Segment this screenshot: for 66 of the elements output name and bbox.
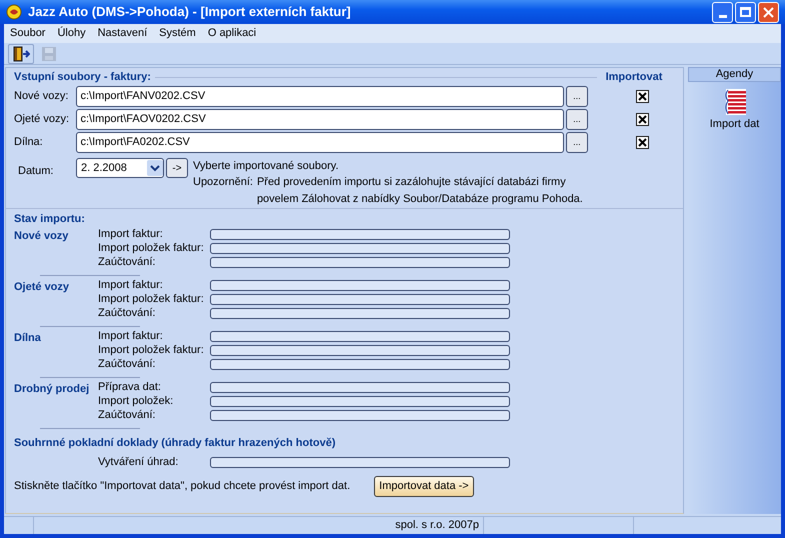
browse-button[interactable]: ... (566, 132, 588, 153)
step-label: Zaúčtování: (98, 357, 156, 372)
step-label: Import faktur: (98, 329, 164, 344)
section-title: Souhrnné pokladní doklady (úhrady faktur hrazených hotově) (14, 436, 336, 450)
step-label: Import položek faktur: (98, 292, 205, 308)
cross-mark-icon (638, 138, 648, 147)
status-text: spol. s r.o. 2007p (395, 518, 479, 534)
group-title: Nové vozy (14, 228, 70, 244)
cross-mark-icon (638, 92, 648, 101)
group-title: Ojeté vozy (14, 280, 70, 294)
column-header: Importovat (604, 70, 664, 85)
field-label: Nové vozy: (14, 89, 70, 104)
date-value: 2. 2.2008 (81, 160, 128, 176)
group-title: Dílna (14, 330, 42, 346)
section-title: Vstupní soubory - faktury: (14, 70, 151, 85)
minimize-icon (718, 14, 726, 18)
file-path-field[interactable]: c:\Import\FANV0202.CSV (76, 86, 564, 107)
app-logo-icon (6, 4, 22, 20)
section-title: Stav importu: (14, 212, 86, 227)
step-label: Příprava dat: (98, 380, 162, 396)
step-label: Zaúčtování: (98, 408, 156, 424)
import-checkbox[interactable] (636, 136, 650, 149)
instruction-text: Stiskněte tlačítko "Importovat data", pokud chcete provést import dat. (14, 479, 350, 494)
chevron-down-icon (147, 160, 163, 176)
step-label: Import položek: (98, 394, 174, 410)
step-label: Import položek faktur: (98, 241, 205, 256)
import-data-button[interactable]: Importovat data -> (374, 476, 474, 497)
exit-button[interactable] (8, 44, 34, 64)
warning-text: povelem Zálohovat z nabídky Soubor/Databáze programu Pohoda. (256, 192, 583, 206)
cross-mark-icon (638, 115, 648, 124)
browse-button[interactable]: ... (566, 109, 588, 130)
close-icon (763, 6, 774, 18)
menu-item[interactable]: Úlohy (57, 25, 86, 42)
close-button[interactable] (758, 2, 779, 22)
apply-date-button[interactable]: -> (166, 158, 188, 178)
maximize-button[interactable] (735, 2, 756, 22)
menu-item[interactable]: Systém (159, 25, 196, 42)
import-checkbox[interactable] (636, 113, 650, 126)
window-title: Jazz Auto (DMS->Pohoda) - [Import externích faktur] (28, 3, 352, 22)
maximize-icon (740, 7, 751, 17)
minimize-button[interactable] (712, 2, 733, 22)
import-checkbox[interactable] (636, 90, 650, 103)
file-path-field[interactable]: c:\Import\FA0202.CSV (76, 132, 564, 153)
warning-text: Před provedením importu si zazálohujte stávající databázi firmy (256, 175, 567, 190)
browse-button[interactable]: ... (566, 86, 588, 107)
step-label: Vytváření úhrad: (98, 454, 180, 470)
group-title: Drobný prodej (14, 382, 90, 396)
step-label: Import faktur: (98, 227, 164, 242)
step-label: Zaúčtování: (98, 306, 156, 322)
striped-list-icon (722, 88, 746, 116)
field-label: Dílna: (14, 135, 44, 150)
step-label: Import faktur: (98, 278, 164, 294)
warning-label: Upozornění: (193, 175, 253, 190)
field-label: Datum: (17, 164, 54, 179)
panel-header: Agendy (688, 67, 781, 82)
menu-item[interactable]: O aplikaci (208, 25, 256, 42)
menu-item[interactable]: Nastavení (98, 25, 148, 42)
menu-item[interactable]: Soubor (10, 25, 46, 42)
hint-text: Vyberte importované soubory. (193, 159, 340, 174)
sidebar-item[interactable]: Import dat (710, 88, 760, 132)
date-dropdown[interactable]: 2. 2.2008 (76, 158, 164, 178)
step-label: Zaúčtování: (98, 255, 156, 270)
door-exit-icon (12, 44, 30, 62)
field-label: Ojeté vozy: (14, 112, 70, 128)
file-path-field[interactable]: c:\Import\FAOV0202.CSV (76, 109, 564, 130)
step-label: Import položek faktur: (98, 343, 205, 358)
